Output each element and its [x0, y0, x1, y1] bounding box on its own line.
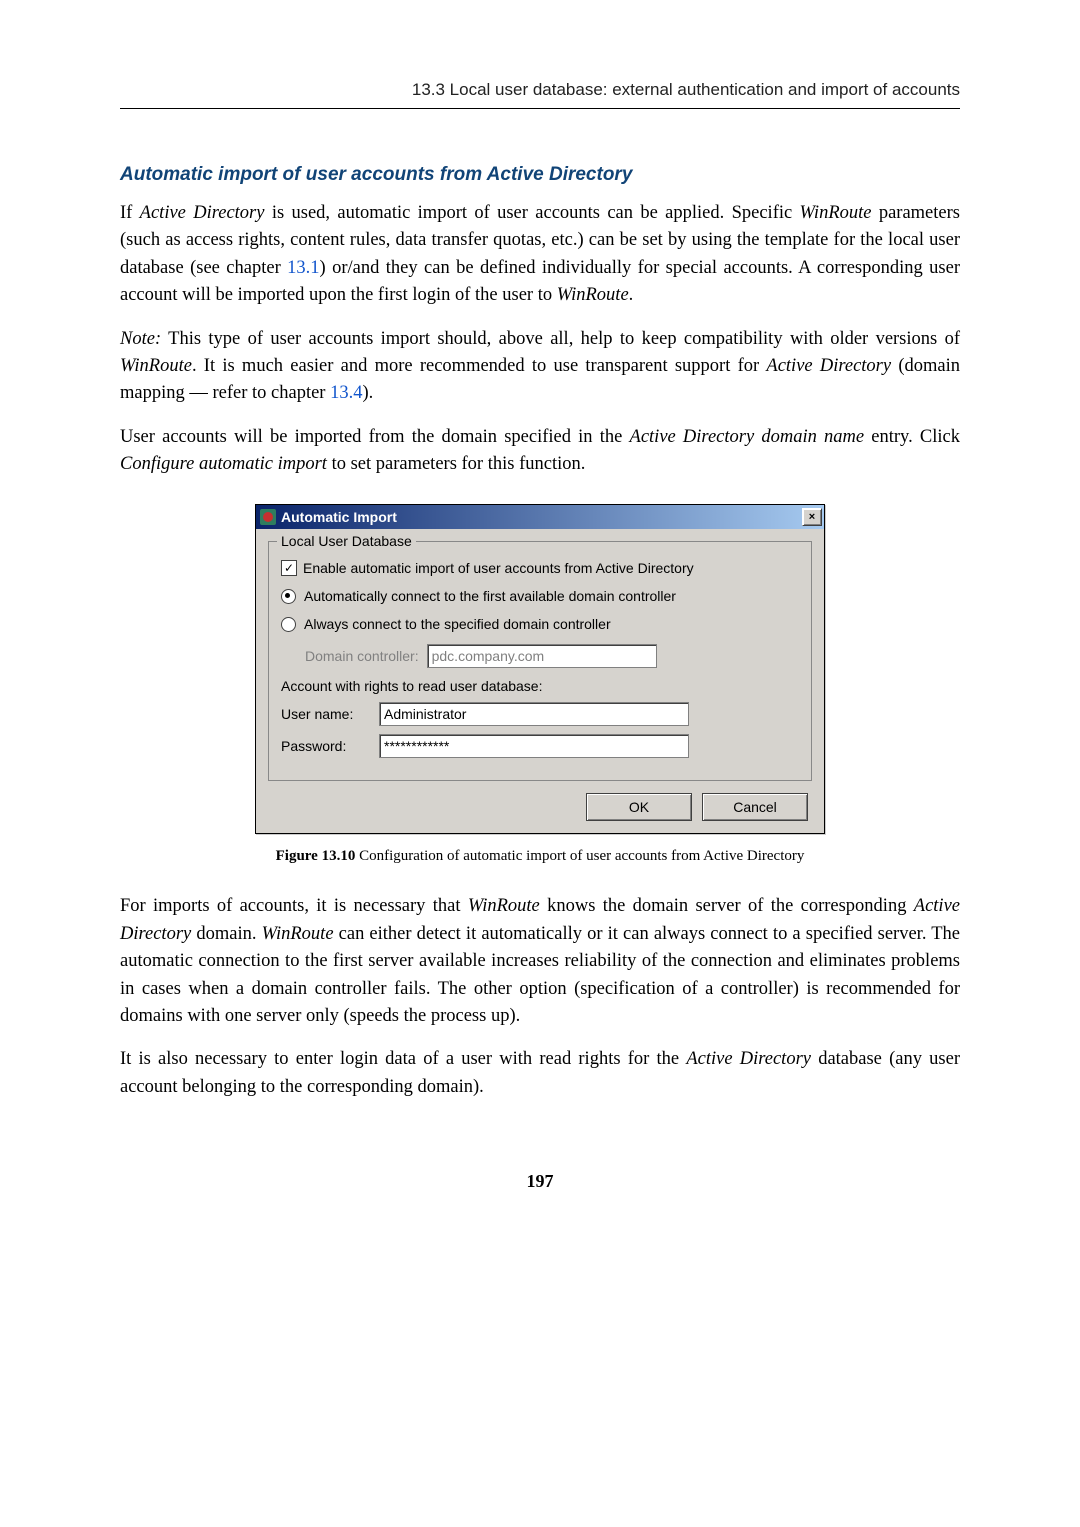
groupbox-local-user-database: Local User Database ✓ Enable automatic i… [268, 541, 812, 781]
text: entry. Click [864, 427, 960, 447]
paragraph-3: User accounts will be imported from the … [120, 424, 960, 479]
text: is used, automatic import of user accoun… [264, 203, 799, 223]
paragraph-5: It is also necessary to enter login data… [120, 1046, 960, 1101]
groupbox-title: Local User Database [277, 533, 416, 549]
dc-label: Domain controller: [305, 648, 419, 664]
xref-link[interactable]: 13.1 [287, 258, 319, 278]
radio-label: Automatically connect to the first avail… [304, 588, 676, 604]
text: If [120, 203, 140, 223]
close-button[interactable]: × [802, 508, 822, 526]
username-input[interactable]: Administrator [379, 702, 689, 726]
text: It is also necessary to enter login data… [120, 1049, 686, 1069]
text-italic: Active Directory [140, 203, 265, 223]
text-italic: Active Directory domain name [630, 427, 865, 447]
text: to set parameters for this function. [327, 454, 585, 474]
text: knows the domain server of the correspon… [540, 896, 914, 916]
cancel-button[interactable]: Cancel [702, 793, 808, 821]
app-icon [260, 509, 276, 525]
text-italic: Configure automatic import [120, 454, 327, 474]
text-italic: WinRoute [468, 896, 540, 916]
text-italic: WinRoute [120, 356, 192, 376]
radio-label: Always connect to the specified domain c… [304, 616, 611, 632]
text: This type of user accounts import should… [161, 329, 960, 349]
close-icon: × [809, 511, 815, 523]
text: . [629, 285, 634, 305]
password-input[interactable]: ************ [379, 734, 689, 758]
radio-row-auto-connect[interactable]: Automatically connect to the first avail… [281, 588, 799, 604]
radio-row-specified-controller[interactable]: Always connect to the specified domain c… [281, 616, 799, 632]
text-italic: WinRoute [800, 203, 872, 223]
caption-label: Figure 13.10 [276, 848, 356, 864]
figure-caption: Figure 13.10 Configuration of automatic … [120, 848, 960, 865]
xref-link[interactable]: 13.4 [330, 383, 362, 403]
running-header: 13.3 Local user database: external authe… [120, 80, 960, 109]
checkbox-label: Enable automatic import of user accounts… [303, 560, 694, 576]
paragraph-1: If Active Directory is used, automatic i… [120, 200, 960, 310]
text-italic: Active Directory [766, 356, 891, 376]
text: User accounts will be imported from the … [120, 427, 630, 447]
titlebar[interactable]: Automatic Import × [256, 505, 824, 529]
text: ). [362, 383, 373, 403]
paragraph-2: Note: This type of user accounts import … [120, 326, 960, 408]
radio-auto-connect[interactable] [281, 589, 296, 604]
paragraph-4: For imports of accounts, it is necessary… [120, 893, 960, 1030]
text-italic: Active Directory [686, 1049, 811, 1069]
text: . It is much easier and more recommended… [192, 356, 766, 376]
ok-button[interactable]: OK [586, 793, 692, 821]
domain-controller-row: Domain controller: pdc.company.com [305, 644, 799, 668]
text: For imports of accounts, it is necessary… [120, 896, 468, 916]
checkbox-row-enable-import[interactable]: ✓ Enable automatic import of user accoun… [281, 560, 799, 576]
dialog-title: Automatic Import [281, 509, 802, 525]
password-label: Password: [281, 738, 379, 754]
dialog-automatic-import: Automatic Import × Local User Database ✓… [255, 504, 825, 834]
text: domain. [191, 924, 261, 944]
account-section-label: Account with rights to read user databas… [281, 678, 799, 694]
domain-controller-input: pdc.company.com [427, 644, 657, 668]
username-label: User name: [281, 706, 379, 722]
section-heading: Automatic import of user accounts from A… [120, 164, 960, 186]
radio-specified-controller[interactable] [281, 617, 296, 632]
checkbox-enable-import[interactable]: ✓ [281, 560, 297, 576]
text-italic: WinRoute [557, 285, 629, 305]
caption-text: Configuration of automatic import of use… [355, 848, 804, 864]
text-italic: Note: [120, 329, 161, 349]
page-number: 197 [120, 1171, 960, 1192]
text-italic: WinRoute [262, 924, 334, 944]
